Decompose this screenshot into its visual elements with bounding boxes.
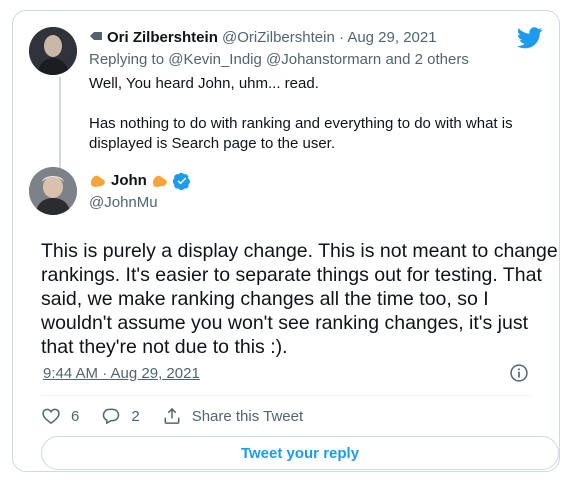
divider (41, 395, 531, 396)
tweet-your-reply-button[interactable]: Tweet your reply (41, 436, 559, 470)
share-button[interactable]: Share this Tweet (162, 406, 303, 426)
parent-display-name[interactable]: Ori Zilbershtein (107, 29, 218, 46)
parent-paragraph: Has nothing to do with ranking and every… (89, 115, 513, 152)
clap-icon (152, 175, 167, 187)
parent-paragraph: Well, You heard John, uhm... read. (89, 75, 319, 92)
heart-icon (42, 408, 60, 425)
like-count: 6 (71, 407, 80, 425)
reply-action-button[interactable]: 2 (101, 406, 140, 426)
author-handle[interactable]: @JohnMu (89, 193, 191, 213)
parent-text: Well, You heard John, uhm... read. Has n… (89, 74, 529, 154)
like-button[interactable]: 6 (41, 406, 79, 426)
tweet-card: Ori Zilbershtein @OriZilbershtein · Aug … (12, 10, 560, 472)
verified-badge-icon (172, 172, 191, 190)
thread-line (59, 77, 61, 171)
author-display-name[interactable]: John (111, 171, 147, 191)
comment-icon (103, 408, 120, 425)
share-label: Share this Tweet (191, 407, 304, 425)
tag-icon (90, 32, 102, 40)
parent-handle[interactable]: @OriZilbershtein (222, 29, 335, 46)
replying-to: Replying to @Kevin_Indig @Johanstormarn … (89, 51, 469, 68)
parent-header: Ori Zilbershtein @OriZilbershtein · Aug … (89, 28, 529, 48)
author-block: John @JohnMu (89, 171, 191, 213)
author-name-row: John (89, 171, 191, 191)
avatar-john[interactable] (29, 167, 77, 215)
info-icon[interactable] (509, 363, 529, 383)
avatar-ori[interactable] (29, 27, 77, 75)
action-bar: 6 2 Share this Tweet (41, 405, 325, 427)
parent-tweet[interactable]: Ori Zilbershtein @OriZilbershtein · Aug … (89, 28, 529, 154)
reply-count: 2 (131, 407, 140, 425)
separator-dot: · (338, 29, 344, 46)
tweet-timestamp[interactable]: 9:44 AM · Aug 29, 2021 (43, 365, 200, 382)
parent-date[interactable]: Aug 29, 2021 (347, 29, 436, 46)
tweet-text: This is purely a display change. This is… (41, 240, 558, 358)
share-icon (164, 407, 180, 424)
clap-icon (91, 175, 105, 187)
